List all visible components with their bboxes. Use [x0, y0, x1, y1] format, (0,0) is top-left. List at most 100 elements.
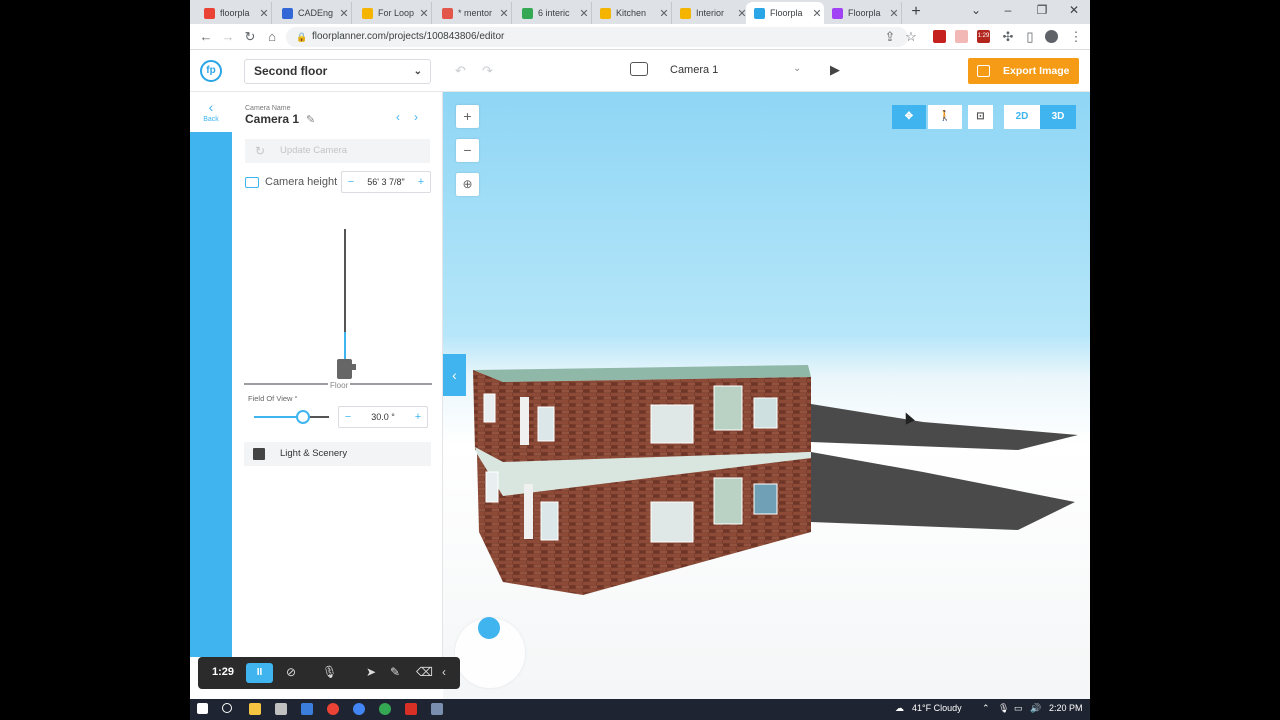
tab-title: 6 interic	[538, 8, 570, 18]
tray-chevron-up-icon[interactable]: ⌃	[982, 703, 990, 714]
mode-3d-button[interactable]: 3D	[1040, 105, 1076, 129]
close-tab-icon[interactable]: ✕	[337, 7, 351, 20]
browser-tab[interactable]: Interior ✕	[672, 2, 750, 24]
share-icon[interactable]: ⇪	[882, 29, 898, 45]
minus-icon[interactable]: −	[344, 172, 358, 192]
kebab-menu-icon[interactable]: ⋮	[1068, 29, 1084, 45]
floorplanner-logo[interactable]: fp	[200, 60, 222, 82]
search-icon[interactable]	[222, 703, 232, 713]
fov-value[interactable]: 30.0 °	[355, 407, 411, 427]
app-icon[interactable]	[275, 703, 287, 715]
camera-height-stepper[interactable]: − 56' 3 7/8" +	[341, 171, 431, 193]
browser-tab[interactable]: Floorpla ✕	[824, 2, 902, 24]
camera-selector-label[interactable]: Camera 1	[670, 64, 718, 76]
chrome-icon[interactable]	[379, 703, 391, 715]
back-arrow-icon[interactable]: ←	[198, 29, 214, 44]
browser-tab[interactable]: * mentor ✕	[434, 2, 512, 24]
play-icon[interactable]: ▶	[830, 62, 840, 78]
browser-tab[interactable]: CADEng ✕	[274, 2, 352, 24]
camera-height-value[interactable]: 56' 3 7/8"	[358, 172, 414, 192]
plus-icon[interactable]: +	[414, 172, 428, 192]
volume-icon[interactable]: 🔊	[1030, 703, 1041, 714]
zoom-out-button[interactable]: −	[456, 139, 479, 162]
weather-text[interactable]: 41°F Cloudy	[912, 703, 962, 713]
chrome-icon[interactable]	[327, 703, 339, 715]
close-tab-icon[interactable]: ✕	[417, 7, 431, 20]
puzzle-extensions-icon[interactable]: ✣	[1000, 29, 1016, 45]
forward-arrow-icon[interactable]: →	[220, 29, 236, 44]
minimize-icon[interactable]: –	[998, 3, 1018, 17]
restore-icon[interactable]: ❐	[1032, 3, 1052, 17]
app-icon[interactable]	[431, 703, 443, 715]
camera-name-label: Camera Name	[245, 105, 291, 112]
new-tab-button[interactable]: +	[906, 3, 926, 21]
floor-select[interactable]: Second floor ⌄	[244, 59, 431, 84]
close-tab-icon[interactable]: ✕	[257, 7, 271, 20]
undo-icon[interactable]: ↶	[455, 63, 466, 79]
side-panel-icon[interactable]: ▯	[1022, 29, 1038, 45]
fov-slider-knob[interactable]	[296, 410, 310, 424]
browser-tab[interactable]: For Loop ✕	[354, 2, 432, 24]
zoom-in-button[interactable]: +	[456, 105, 479, 128]
mode-2d-button[interactable]: 2D	[1004, 105, 1040, 129]
home-icon[interactable]: ⌂	[264, 29, 280, 44]
screenshot-icon[interactable]: ⊡	[968, 105, 993, 129]
close-window-icon[interactable]: ✕	[1064, 3, 1084, 17]
eraser-icon[interactable]: ⌫	[416, 665, 433, 679]
collapse-panel-button[interactable]: ‹	[443, 354, 466, 396]
tab-search-icon[interactable]: ⌄	[966, 3, 986, 17]
browser-tab[interactable]: Floorpla ✕	[746, 2, 824, 24]
close-tab-icon[interactable]: ✕	[887, 7, 901, 20]
close-tab-icon[interactable]: ✕	[497, 7, 511, 20]
file-explorer-icon[interactable]	[249, 703, 261, 715]
next-camera-icon[interactable]: ›	[414, 110, 418, 124]
recording-time: 1:29	[212, 666, 235, 678]
camera-height-handle[interactable]	[337, 359, 356, 379]
minus-icon[interactable]: −	[341, 407, 355, 427]
left-rail: ‹ Back	[190, 92, 232, 657]
recenter-icon[interactable]: ⊕	[456, 173, 479, 196]
update-camera-button[interactable]: ↻ Update Camera	[245, 139, 430, 163]
microphone-icon[interactable]: 🎙	[322, 665, 337, 679]
close-tab-icon[interactable]: ✕	[810, 7, 824, 20]
fov-slider[interactable]	[254, 410, 329, 424]
joystick-knob[interactable]	[478, 617, 500, 639]
camera-chevron-down-icon[interactable]: ⌄	[793, 63, 801, 74]
url-field[interactable]: 🔒 floorplanner.com/projects/100843806/ed…	[286, 27, 908, 47]
network-icon[interactable]: ▭	[1014, 703, 1023, 714]
profile-avatar[interactable]	[1045, 30, 1058, 43]
clock-text[interactable]: 2:20 PM	[1049, 703, 1083, 713]
3d-viewport[interactable]: + − ⊕ ‹ ✥ 🚶 ⊡ 2D 3D	[443, 92, 1090, 699]
camera-panel: Camera Name Camera 1 ✎ ‹ › ↻ Update Came…	[232, 92, 443, 657]
chrome-icon[interactable]	[353, 703, 365, 715]
pause-button[interactable]: II	[246, 663, 273, 683]
browser-tab[interactable]: floorpla ✕	[196, 2, 272, 24]
browser-tab[interactable]: 6 interic ✕	[514, 2, 592, 24]
windows-start-icon[interactable]	[197, 703, 208, 714]
back-button[interactable]: ‹ Back	[190, 92, 232, 132]
webcam-off-icon[interactable]: ⊘	[286, 665, 296, 679]
reload-icon[interactable]: ↻	[242, 29, 258, 45]
pointer-icon[interactable]: ➤	[366, 665, 376, 679]
app-icon[interactable]	[301, 703, 313, 715]
walk-mode-icon[interactable]: 🚶	[928, 105, 962, 129]
pencil-icon[interactable]: ✎	[306, 113, 315, 126]
close-tab-icon[interactable]: ✕	[657, 7, 671, 20]
export-image-button[interactable]: Export Image	[968, 58, 1079, 84]
light-scenery-button[interactable]: Light & Scenery	[244, 442, 431, 466]
collapse-toolbar-icon[interactable]: ‹	[442, 665, 446, 679]
pdf-extension-icon[interactable]	[933, 30, 946, 43]
orbit-mode-icon[interactable]: ✥	[892, 105, 926, 129]
close-tab-icon[interactable]: ✕	[577, 7, 591, 20]
previous-camera-icon[interactable]: ‹	[396, 110, 400, 124]
fov-stepper[interactable]: − 30.0 ° +	[338, 406, 428, 428]
pen-icon[interactable]: ✎	[390, 665, 400, 679]
bookmark-star-icon[interactable]: ☆	[903, 29, 919, 45]
mic-tray-icon[interactable]: 🎙	[998, 703, 1009, 714]
redo-icon[interactable]: ↷	[482, 63, 493, 79]
browser-tab[interactable]: Kitchen ✕	[592, 2, 672, 24]
acrobat-icon[interactable]	[405, 703, 417, 715]
plus-icon[interactable]: +	[411, 407, 425, 427]
recorder-extension-icon[interactable]: 1:29	[977, 30, 990, 43]
extension-icon[interactable]	[955, 30, 968, 43]
